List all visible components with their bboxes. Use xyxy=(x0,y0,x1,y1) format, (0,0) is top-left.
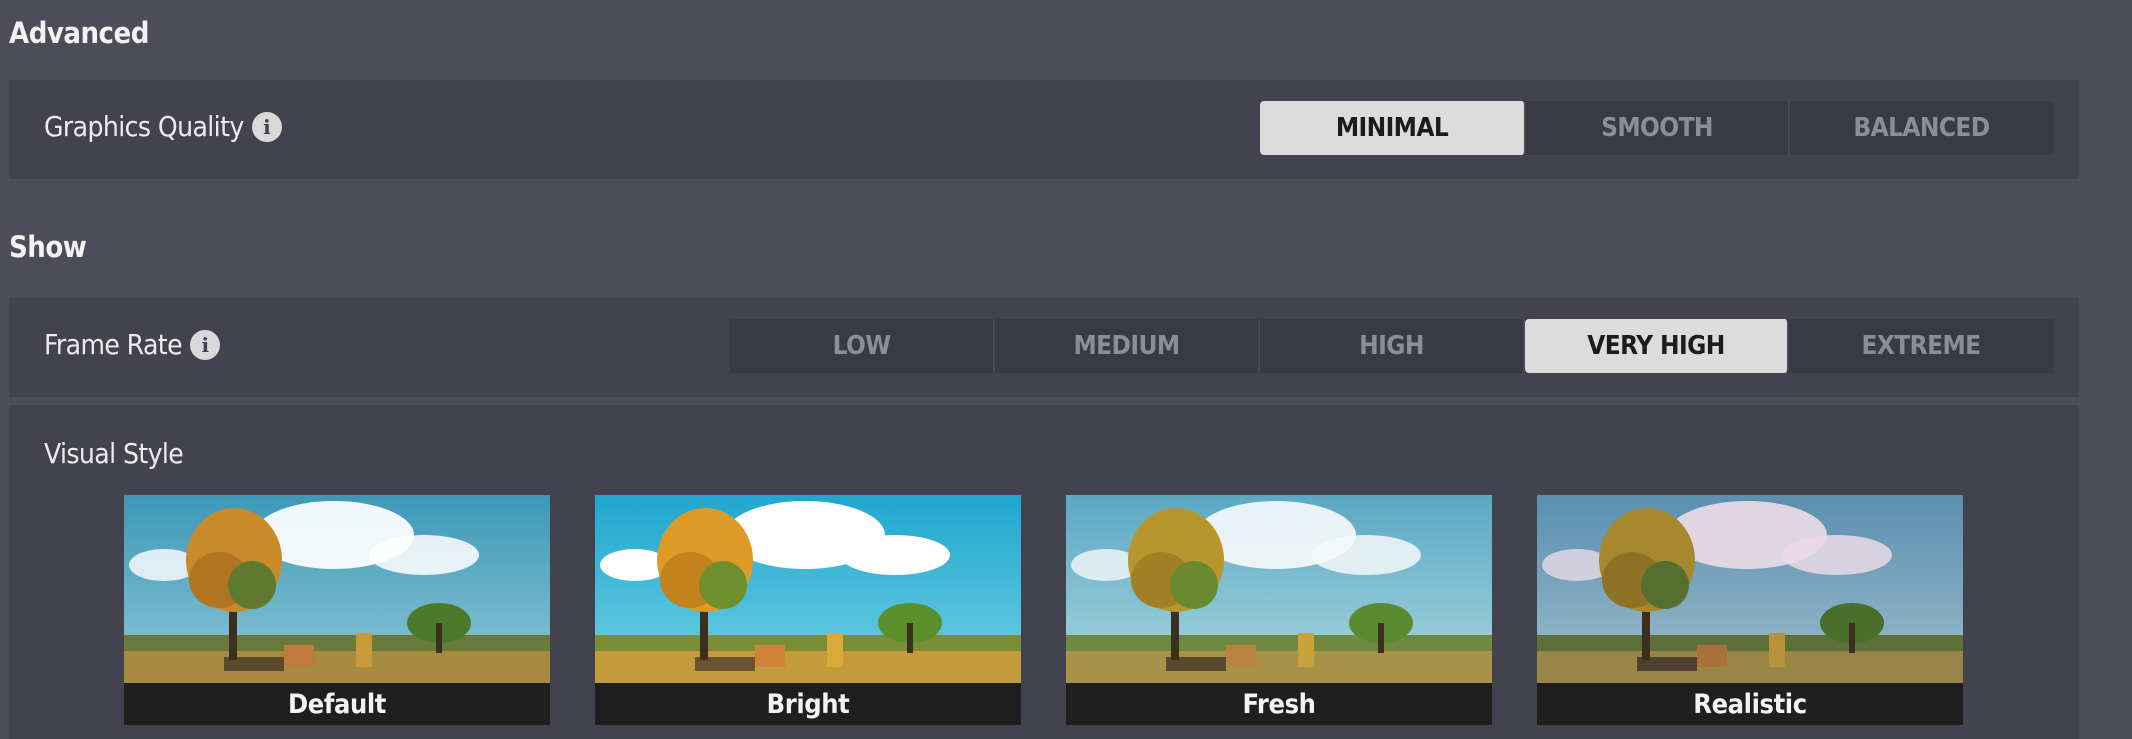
visual-style-realistic[interactable]: Realistic xyxy=(1537,495,1963,725)
visual-style-label: Visual Style xyxy=(44,437,184,470)
visual-style-fresh-caption: Fresh xyxy=(1066,683,1492,725)
frame-rate-row: Frame Rate i LOW MEDIUM HIGH VERY HIGH E… xyxy=(9,298,2079,397)
visual-style-default[interactable]: Default xyxy=(124,495,550,725)
visual-style-default-image xyxy=(124,495,550,683)
frame-rate-label: Frame Rate xyxy=(44,328,183,361)
graphics-quality-row: Graphics Quality i MINIMAL SMOOTH BALANC… xyxy=(9,80,2079,179)
visual-style-realistic-caption: Realistic xyxy=(1537,683,1963,725)
graphics-quality-label-group: Graphics Quality i xyxy=(44,110,282,143)
visual-style-bright-image xyxy=(595,495,1021,683)
frame-rate-option-very-high[interactable]: VERY HIGH xyxy=(1525,319,1789,373)
frame-rate-selector: LOW MEDIUM HIGH VERY HIGH EXTREME xyxy=(730,319,2053,373)
frame-rate-option-high[interactable]: HIGH xyxy=(1260,319,1525,373)
visual-style-fresh[interactable]: Fresh xyxy=(1066,495,1492,725)
advanced-section-title: Advanced xyxy=(9,16,149,50)
visual-style-bright[interactable]: Bright xyxy=(595,495,1021,725)
info-icon[interactable]: i xyxy=(251,111,282,142)
show-section-title: Show xyxy=(9,230,87,264)
graphics-quality-option-minimal[interactable]: MINIMAL xyxy=(1260,101,1526,155)
graphics-quality-label: Graphics Quality xyxy=(44,110,244,143)
graphics-quality-option-balanced[interactable]: BALANCED xyxy=(1790,101,2053,155)
visual-style-bright-caption: Bright xyxy=(595,683,1021,725)
visual-style-default-caption: Default xyxy=(124,683,550,725)
visual-style-realistic-image xyxy=(1537,495,1963,683)
graphics-quality-option-smooth[interactable]: SMOOTH xyxy=(1526,101,1790,155)
frame-rate-label-group: Frame Rate i xyxy=(44,328,220,361)
info-icon[interactable]: i xyxy=(189,329,220,360)
frame-rate-option-medium[interactable]: MEDIUM xyxy=(995,319,1260,373)
frame-rate-option-extreme[interactable]: EXTREME xyxy=(1789,319,2053,373)
visual-style-fresh-image xyxy=(1066,495,1492,683)
graphics-quality-selector: MINIMAL SMOOTH BALANCED xyxy=(1260,101,2053,155)
frame-rate-option-low[interactable]: LOW xyxy=(730,319,995,373)
